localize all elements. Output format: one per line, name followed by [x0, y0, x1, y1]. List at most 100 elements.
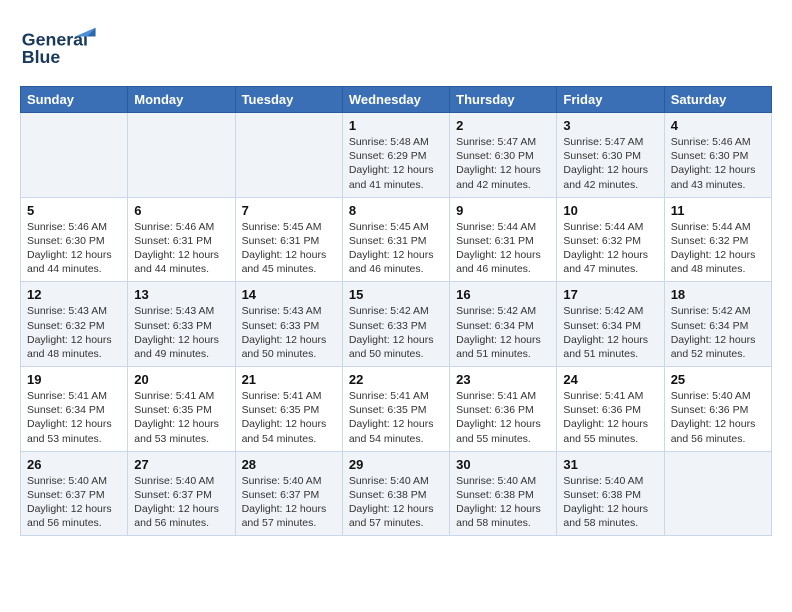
day-number: 18 [671, 287, 765, 302]
cell-details: Sunrise: 5:46 AMSunset: 6:30 PMDaylight:… [27, 220, 121, 277]
col-header-wednesday: Wednesday [342, 87, 449, 113]
cell-details: Sunrise: 5:41 AMSunset: 6:36 PMDaylight:… [456, 389, 550, 446]
calendar-cell: 19 Sunrise: 5:41 AMSunset: 6:34 PMDayligh… [21, 367, 128, 452]
cell-details: Sunrise: 5:42 AMSunset: 6:34 PMDaylight:… [563, 304, 657, 361]
calendar-cell: 17 Sunrise: 5:42 AMSunset: 6:34 PMDayligh… [557, 282, 664, 367]
day-number: 6 [134, 203, 228, 218]
calendar-cell: 7Sunrise: 5:45 AMSunset: 6:31 PMDaylight… [235, 197, 342, 282]
calendar-week-1: 1 Sunrise: 5:48 AMSunset: 6:29 PMDaylight… [21, 113, 772, 198]
calendar-week-5: 26 Sunrise: 5:40 AMSunset: 6:37 PMDayligh… [21, 451, 772, 536]
day-number: 12 [27, 287, 121, 302]
svg-text:Blue: Blue [22, 47, 61, 67]
cell-details: Sunrise: 5:40 AMSunset: 6:37 PMDaylight:… [134, 474, 228, 531]
calendar-cell: 21 Sunrise: 5:41 AMSunset: 6:35 PMDayligh… [235, 367, 342, 452]
col-header-friday: Friday [557, 87, 664, 113]
calendar-cell: 12 Sunrise: 5:43 AMSunset: 6:32 PMDayligh… [21, 282, 128, 367]
cell-details: Sunrise: 5:42 AMSunset: 6:34 PMDaylight:… [456, 304, 550, 361]
cell-details: Sunrise: 5:47 AMSunset: 6:30 PMDaylight:… [563, 135, 657, 192]
cell-details: Sunrise: 5:40 AMSunset: 6:38 PMDaylight:… [563, 474, 657, 531]
calendar-cell: 14Sunrise: 5:43 AMSunset: 6:33 PMDayligh… [235, 282, 342, 367]
cell-details: Sunrise: 5:42 AMSunset: 6:34 PMDaylight:… [671, 304, 765, 361]
calendar-cell: 27 Sunrise: 5:40 AMSunset: 6:37 PMDayligh… [128, 451, 235, 536]
day-number: 11 [671, 203, 765, 218]
header: General Blue [20, 20, 772, 70]
calendar-cell: 15 Sunrise: 5:42 AMSunset: 6:33 PMDayligh… [342, 282, 449, 367]
day-number: 13 [134, 287, 228, 302]
calendar-table: SundayMondayTuesdayWednesdayThursdayFrid… [20, 86, 772, 536]
day-number: 1 [349, 118, 443, 133]
calendar-cell: 13 Sunrise: 5:43 AMSunset: 6:33 PMDayligh… [128, 282, 235, 367]
calendar-cell: 29 Sunrise: 5:40 AMSunset: 6:38 PMDayligh… [342, 451, 449, 536]
cell-details: Sunrise: 5:42 AMSunset: 6:33 PMDaylight:… [349, 304, 443, 361]
day-number: 27 [134, 457, 228, 472]
day-number: 30 [456, 457, 550, 472]
calendar-cell [664, 451, 771, 536]
cell-details: Sunrise: 5:43 AMSunset: 6:32 PMDaylight:… [27, 304, 121, 361]
cell-details: Sunrise: 5:44 AMSunset: 6:32 PMDaylight:… [563, 220, 657, 277]
cell-details: Sunrise: 5:48 AMSunset: 6:29 PMDaylight:… [349, 135, 443, 192]
cell-details: Sunrise: 5:40 AMSunset: 6:38 PMDaylight:… [349, 474, 443, 531]
col-header-tuesday: Tuesday [235, 87, 342, 113]
cell-details: Sunrise: 5:40 AMSunset: 6:37 PMDaylight:… [27, 474, 121, 531]
day-number: 10 [563, 203, 657, 218]
logo-svg: General Blue [20, 20, 100, 70]
calendar-cell [21, 113, 128, 198]
cell-details: Sunrise: 5:45 AMSunset: 6:31 PMDaylight:… [349, 220, 443, 277]
day-number: 19 [27, 372, 121, 387]
page: General Blue SundayMondayTuesdayWednesda… [0, 0, 792, 546]
calendar-cell: 5 Sunrise: 5:46 AMSunset: 6:30 PMDaylight… [21, 197, 128, 282]
day-number: 17 [563, 287, 657, 302]
day-number: 8 [349, 203, 443, 218]
cell-details: Sunrise: 5:46 AMSunset: 6:30 PMDaylight:… [671, 135, 765, 192]
cell-details: Sunrise: 5:43 AMSunset: 6:33 PMDaylight:… [134, 304, 228, 361]
calendar-week-3: 12 Sunrise: 5:43 AMSunset: 6:32 PMDayligh… [21, 282, 772, 367]
day-number: 9 [456, 203, 550, 218]
day-number: 5 [27, 203, 121, 218]
cell-details: Sunrise: 5:41 AMSunset: 6:35 PMDaylight:… [134, 389, 228, 446]
cell-details: Sunrise: 5:41 AMSunset: 6:36 PMDaylight:… [563, 389, 657, 446]
cell-details: Sunrise: 5:47 AMSunset: 6:30 PMDaylight:… [456, 135, 550, 192]
day-number: 24 [563, 372, 657, 387]
calendar-week-4: 19 Sunrise: 5:41 AMSunset: 6:34 PMDayligh… [21, 367, 772, 452]
calendar-cell: 10 Sunrise: 5:44 AMSunset: 6:32 PMDayligh… [557, 197, 664, 282]
calendar-cell: 31 Sunrise: 5:40 AMSunset: 6:38 PMDayligh… [557, 451, 664, 536]
calendar-cell: 9 Sunrise: 5:44 AMSunset: 6:31 PMDaylight… [450, 197, 557, 282]
day-number: 25 [671, 372, 765, 387]
cell-details: Sunrise: 5:45 AMSunset: 6:31 PMDaylight:… [242, 220, 336, 277]
cell-details: Sunrise: 5:44 AMSunset: 6:31 PMDaylight:… [456, 220, 550, 277]
day-number: 23 [456, 372, 550, 387]
cell-details: Sunrise: 5:40 AMSunset: 6:36 PMDaylight:… [671, 389, 765, 446]
col-header-monday: Monday [128, 87, 235, 113]
day-number: 20 [134, 372, 228, 387]
col-header-saturday: Saturday [664, 87, 771, 113]
day-number: 16 [456, 287, 550, 302]
cell-details: Sunrise: 5:46 AMSunset: 6:31 PMDaylight:… [134, 220, 228, 277]
cell-details: Sunrise: 5:41 AMSunset: 6:35 PMDaylight:… [242, 389, 336, 446]
day-number: 31 [563, 457, 657, 472]
calendar-cell: 4Sunrise: 5:46 AMSunset: 6:30 PMDaylight… [664, 113, 771, 198]
cell-details: Sunrise: 5:40 AMSunset: 6:37 PMDaylight:… [242, 474, 336, 531]
calendar-cell: 16 Sunrise: 5:42 AMSunset: 6:34 PMDayligh… [450, 282, 557, 367]
day-number: 21 [242, 372, 336, 387]
day-number: 2 [456, 118, 550, 133]
calendar-cell: 23 Sunrise: 5:41 AMSunset: 6:36 PMDayligh… [450, 367, 557, 452]
cell-details: Sunrise: 5:41 AMSunset: 6:34 PMDaylight:… [27, 389, 121, 446]
day-number: 3 [563, 118, 657, 133]
calendar-cell: 6 Sunrise: 5:46 AMSunset: 6:31 PMDaylight… [128, 197, 235, 282]
calendar-cell: 25 Sunrise: 5:40 AMSunset: 6:36 PMDayligh… [664, 367, 771, 452]
calendar-week-2: 5 Sunrise: 5:46 AMSunset: 6:30 PMDaylight… [21, 197, 772, 282]
calendar-cell: 18 Sunrise: 5:42 AMSunset: 6:34 PMDayligh… [664, 282, 771, 367]
day-number: 22 [349, 372, 443, 387]
calendar-cell: 26 Sunrise: 5:40 AMSunset: 6:37 PMDayligh… [21, 451, 128, 536]
calendar-cell: 28Sunrise: 5:40 AMSunset: 6:37 PMDayligh… [235, 451, 342, 536]
calendar-cell [235, 113, 342, 198]
calendar-cell: 22Sunrise: 5:41 AMSunset: 6:35 PMDayligh… [342, 367, 449, 452]
calendar-cell [128, 113, 235, 198]
day-number: 26 [27, 457, 121, 472]
day-number: 15 [349, 287, 443, 302]
day-number: 29 [349, 457, 443, 472]
calendar-cell: 30Sunrise: 5:40 AMSunset: 6:38 PMDayligh… [450, 451, 557, 536]
calendar-header-row: SundayMondayTuesdayWednesdayThursdayFrid… [21, 87, 772, 113]
day-number: 14 [242, 287, 336, 302]
col-header-thursday: Thursday [450, 87, 557, 113]
